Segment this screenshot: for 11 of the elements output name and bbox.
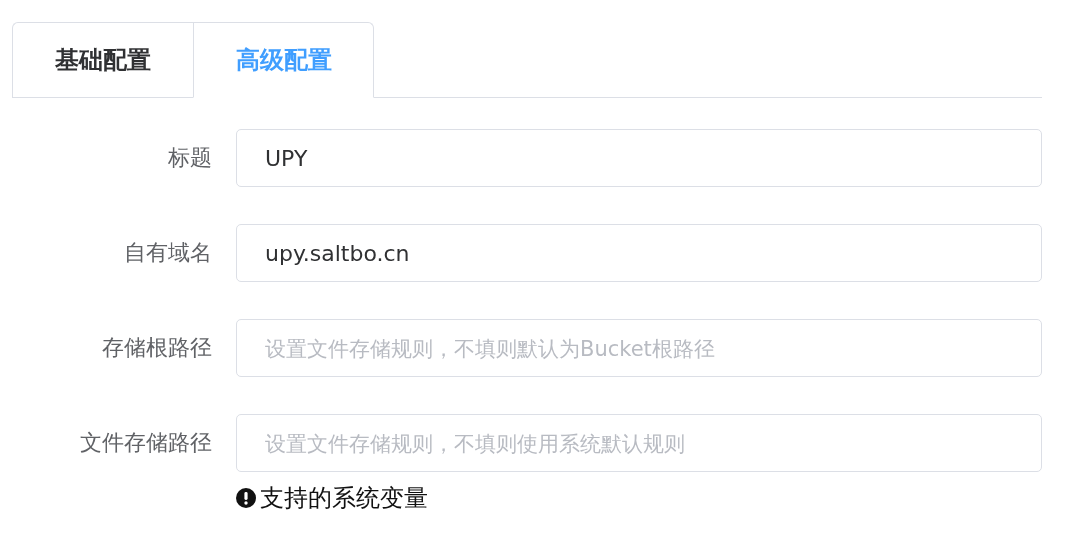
input-field[interactable]: 设置文件存储规则，不填则默认为Bucket根路径 (236, 319, 1042, 377)
input-field[interactable]: 设置文件存储规则，不填则使用系统默认规则 (236, 414, 1042, 472)
field-label: 文件存储路径 (79, 429, 213, 457)
field-label: 存储根路径 (101, 334, 213, 362)
tab[interactable]: 基础配置 (12, 22, 193, 98)
exclamation-icon (236, 488, 256, 508)
input-field[interactable]: upy.saltbo.cn (236, 224, 1042, 282)
field-label: 标题 (167, 144, 213, 172)
field-label: 自有域名 (123, 239, 213, 267)
hint-text: 支持的系统变量 (260, 483, 428, 514)
input-field[interactable]: UPY (236, 129, 1042, 187)
